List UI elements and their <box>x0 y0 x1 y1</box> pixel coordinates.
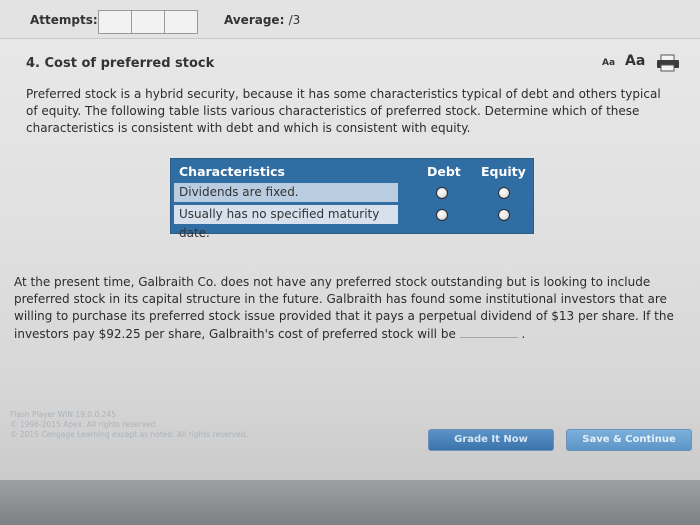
footer-line: © 2015 Cengage Learning except as noted.… <box>10 430 248 439</box>
copyright-footer: Flash Player WIN 19,0,0,245 © 1996-2015 … <box>10 410 248 440</box>
footer-line: Flash Player WIN 19,0,0,245 <box>10 410 116 419</box>
header-characteristics: Characteristics <box>179 164 285 179</box>
attempt-box <box>131 10 165 34</box>
table-row: Usually has no specified maturity date. <box>174 205 398 240</box>
increase-font-button[interactable]: Aa <box>625 53 645 69</box>
attempts-label: Attempts: <box>30 13 98 27</box>
answer-dropdown[interactable] <box>459 325 518 338</box>
header-equity: Equity <box>481 164 526 179</box>
average-value: /3 <box>288 13 301 27</box>
print-icon[interactable] <box>656 54 680 72</box>
question-title: 4. Cost of preferred stock <box>26 56 215 71</box>
table-row: Dividends are fixed. <box>174 183 398 202</box>
attempt-boxes <box>98 10 198 34</box>
radio-maturity-equity[interactable] <box>498 209 510 221</box>
characteristics-table: Characteristics Debt Equity Dividends ar… <box>170 158 534 240</box>
attempt-box <box>98 10 132 34</box>
radio-dividends-debt[interactable] <box>436 187 448 199</box>
attempts-bar: Attempts: Average: /3 <box>0 0 700 39</box>
question-paragraph: At the present time, Galbraith Co. does … <box>14 274 694 343</box>
footer-line: © 1996-2015 Apex. All rights reserved. <box>10 420 158 429</box>
attempt-box <box>164 10 198 34</box>
monitor-bezel <box>0 480 700 525</box>
paragraph-text: At the present time, Galbraith Co. does … <box>14 275 674 341</box>
header-debt: Debt <box>427 164 461 179</box>
save-and-continue-button[interactable]: Save & Continue <box>566 429 692 451</box>
radio-maturity-debt[interactable] <box>436 209 448 221</box>
grade-it-now-button[interactable]: Grade It Now <box>428 429 554 451</box>
radio-dividends-equity[interactable] <box>498 187 510 199</box>
assignment-screen: Attempts: Average: /3 4. Cost of preferr… <box>0 0 700 525</box>
decrease-font-button[interactable]: Aa <box>602 58 615 68</box>
average-label-text: Average: <box>224 13 285 27</box>
paragraph-end: . <box>521 327 526 341</box>
average-label: Average: /3 <box>224 13 300 27</box>
question-intro: Preferred stock is a hybrid security, be… <box>26 87 661 135</box>
